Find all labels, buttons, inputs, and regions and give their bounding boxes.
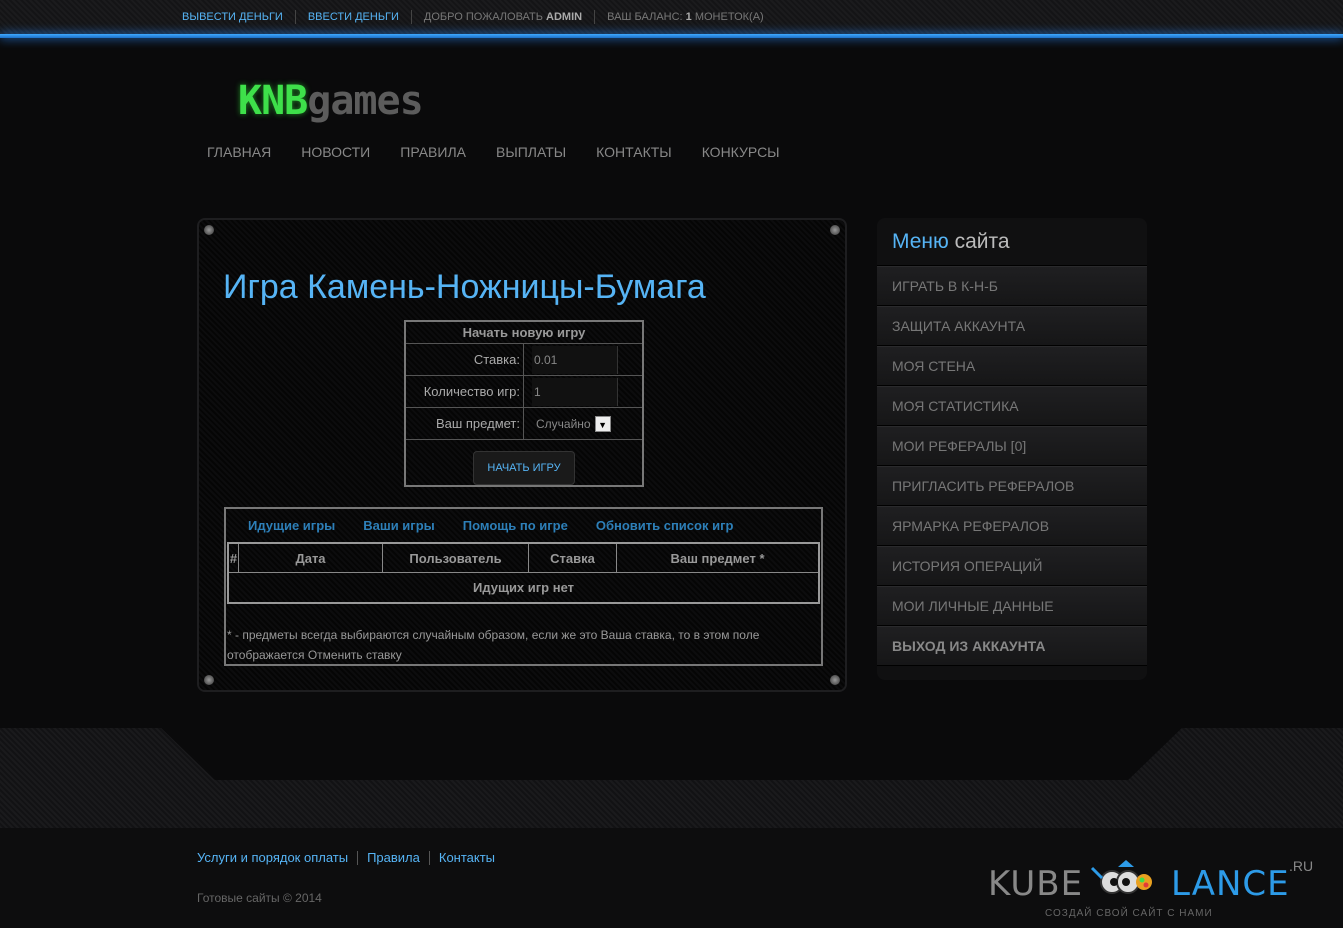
column-date: Дата [239, 544, 383, 572]
sidebar-title-rest: сайта [948, 230, 1010, 253]
footer-link-services[interactable]: Услуги и порядок оплаты [197, 851, 357, 865]
top-bar-accent-line [0, 34, 1343, 38]
sidebar-item-referral-market[interactable]: ЯРМАРКА РЕФЕРАЛОВ [877, 506, 1147, 546]
item-select-value: Случайно [536, 416, 591, 431]
footer-nav: Услуги и порядок оплаты Правила Контакты [197, 851, 504, 865]
count-input[interactable]: 1 [532, 377, 618, 406]
column-number: # [229, 544, 239, 572]
bet-row: Ставка: 0.01 [406, 344, 642, 376]
bet-cell: 0.01 [524, 344, 642, 375]
item-label: Ваш предмет: [406, 408, 524, 439]
sidebar-title: Меню сайта [877, 218, 1147, 266]
bet-label: Ставка: [406, 344, 524, 375]
sidebar-title-accent: Меню [892, 230, 949, 253]
item-select[interactable]: Случайно ▼ [532, 415, 611, 432]
welcome-prefix: ДОБРО ПОЖАЛОВАТЬ [423, 11, 547, 23]
column-bet: Ставка [529, 544, 617, 572]
nav-item-contacts[interactable]: КОНТАКТЫ [596, 144, 672, 160]
games-footnote: * - предметы всегда выбираются случайным… [227, 628, 760, 662]
chevron-down-icon[interactable]: ▼ [594, 415, 611, 432]
mascot-icon [1090, 860, 1152, 894]
count-cell: 1 [524, 376, 642, 407]
games-list: Идущие игры Ваши игры Помощь по игре Обн… [224, 507, 823, 666]
footer-link-contacts[interactable]: Контакты [428, 851, 504, 865]
nav-item-rules[interactable]: ПРАВИЛА [400, 144, 466, 160]
sidebar-item-invite-referrals[interactable]: ПРИГЛАСИТЬ РЕФЕРАЛОВ [877, 466, 1147, 506]
tab-running-games[interactable]: Идущие игры [248, 518, 335, 533]
top-nav: ВЫВЕСТИ ДЕНЬГИ ВВЕСТИ ДЕНЬГИ ДОБРО ПОЖАЛ… [182, 10, 776, 24]
sidebar-menu: Меню сайта ИГРАТЬ В К-Н-Б ЗАЩИТА АККАУНТ… [877, 218, 1147, 680]
logo-part-games: games [307, 78, 423, 124]
games-table-header: # Дата Пользователь Ставка Ваш предмет * [229, 544, 818, 573]
sidebar-item-play[interactable]: ИГРАТЬ В К-Н-Б [877, 266, 1147, 306]
sidebar-item-personal-data[interactable]: МОИ ЛИЧНЫЕ ДАННЫЕ [877, 586, 1147, 626]
games-empty-message: Идущих игр нет [472, 580, 575, 595]
sidebar-item-my-stats[interactable]: МОЯ СТАТИСТИКА [877, 386, 1147, 426]
footer-link-rules[interactable]: Правила [357, 851, 429, 865]
games-table: # Дата Пользователь Ставка Ваш предмет *… [227, 542, 820, 604]
username: ADMIN [546, 11, 583, 23]
kubelance-slogan: СОЗДАЙ СВОЙ САЙТ С НАМИ [1045, 908, 1213, 919]
bolt-icon [830, 675, 840, 685]
bolt-icon [204, 675, 214, 685]
sidebar-item-my-wall[interactable]: МОЯ СТЕНА [877, 346, 1147, 386]
deposit-link[interactable]: ВВЕСТИ ДЕНЬГИ [294, 10, 411, 24]
nav-item-contests[interactable]: КОНКУРСЫ [702, 144, 780, 160]
withdraw-link[interactable]: ВЫВЕСТИ ДЕНЬГИ [182, 10, 295, 24]
sidebar-item-history[interactable]: ИСТОРИЯ ОПЕРАЦИЙ [877, 546, 1147, 586]
balance-prefix: ВАШ БАЛАНС: [607, 11, 686, 23]
page-title: Игра Камень-Ножницы-Бумага [223, 268, 706, 306]
nav-item-payouts[interactable]: ВЫПЛАТЫ [496, 144, 566, 160]
games-tabs: Идущие игры Ваши игры Помощь по игре Обн… [226, 509, 821, 542]
bolt-icon [204, 225, 214, 235]
kubelance-logo[interactable]: KUBE LANCE .RU СОЗДАЙ СВОЙ САЙТ С НАМИ [988, 858, 1318, 924]
bet-input[interactable]: 0.01 [532, 345, 618, 374]
sidebar-item-account-security[interactable]: ЗАЩИТА АККАУНТА [877, 306, 1147, 346]
start-button-row: НАЧАТЬ ИГРУ [406, 440, 642, 496]
item-row: Ваш предмет: Случайно ▼ [406, 408, 642, 440]
logo-part-knb: KNB [238, 78, 308, 124]
column-user: Пользователь [383, 544, 529, 572]
tab-my-games[interactable]: Ваши игры [363, 518, 435, 533]
welcome-text: ДОБРО ПОЖАЛОВАТЬ ADMIN [410, 10, 594, 24]
sidebar-item-my-referrals[interactable]: МОИ РЕФЕРАЛЫ [0] [877, 426, 1147, 466]
new-game-form: Начать новую игру Ставка: 0.01 Количеств… [404, 320, 644, 487]
balance-text: ВАШ БАЛАНС: 1 МОНЕТОК(А) [594, 10, 776, 24]
kubelance-logo-tld: .RU [1289, 858, 1314, 874]
sidebar-item-logout[interactable]: ВЫХОД ИЗ АККАУНТА [877, 626, 1147, 666]
new-game-header: Начать новую игру [406, 322, 642, 344]
content-panel: Игра Камень-Ножницы-Бумага Начать новую … [197, 218, 847, 692]
nav-item-news[interactable]: НОВОСТИ [301, 144, 370, 160]
tab-refresh-games[interactable]: Обновить список игр [596, 518, 734, 533]
start-game-button[interactable]: НАЧАТЬ ИГРУ [473, 451, 575, 485]
site-logo[interactable]: KNBgames [238, 78, 424, 124]
bolt-icon [830, 225, 840, 235]
count-label: Количество игр: [406, 376, 524, 407]
copyright: Готовые сайты © 2014 [197, 891, 322, 905]
column-your-item: Ваш предмет * [670, 551, 765, 566]
item-cell: Случайно ▼ [524, 408, 642, 439]
count-row: Количество игр: 1 [406, 376, 642, 408]
kubelance-logo-right: LANCE [1171, 864, 1290, 904]
nav-item-home[interactable]: ГЛАВНАЯ [207, 144, 271, 160]
main-nav: ГЛАВНАЯ НОВОСТИ ПРАВИЛА ВЫПЛАТЫ КОНТАКТЫ… [207, 144, 780, 160]
tab-game-help[interactable]: Помощь по игре [463, 518, 568, 533]
kubelance-logo-left: KUBE [988, 864, 1084, 904]
balance-suffix: МОНЕТОК(А) [691, 11, 764, 23]
